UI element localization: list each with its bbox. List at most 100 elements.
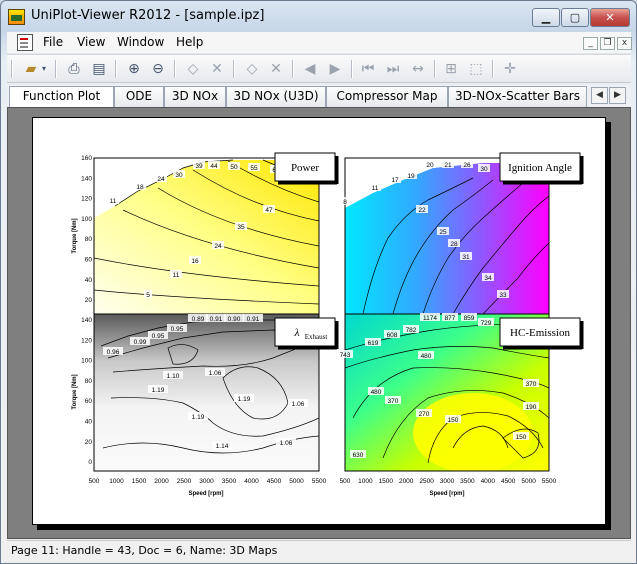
x-tick-label: 4000 — [244, 478, 259, 485]
contour-label: 0.96 — [107, 349, 120, 356]
contour-label: 28 — [450, 241, 458, 248]
first-icon[interactable]: ⏮ — [358, 59, 378, 79]
power-title: Power — [291, 162, 319, 174]
chevron-right-icon: ▶ — [614, 90, 621, 100]
ignition-title: Ignition Angle — [508, 162, 572, 174]
x-tick-label: 5500 — [312, 478, 327, 485]
toolbar-separator — [115, 60, 116, 78]
y-tick-label: 140 — [81, 317, 92, 324]
x-tick-label: 5500 — [542, 478, 557, 485]
contour-label: 17 — [391, 177, 399, 184]
rotate-left-icon[interactable]: ◇ — [183, 59, 203, 79]
rotate-right-icon[interactable]: ✕ — [207, 59, 227, 79]
tab-scroll-left-button[interactable]: ◀ — [591, 87, 608, 104]
y-tick-label: 40 — [85, 419, 93, 426]
mdi-close-button[interactable]: x — [617, 37, 632, 50]
contour-label: 480 — [371, 389, 382, 396]
status-bar: Page 11: Handle = 43, Doc = 6, Name: 3D … — [7, 540, 631, 560]
tab-scroll-right-button[interactable]: ▶ — [609, 87, 626, 104]
mdi-minimize-button[interactable]: _ — [583, 37, 598, 50]
tab-3d-nox-scatter-bars[interactable]: 3D-NOx-Scatter Bars — [448, 86, 587, 107]
app-window: UniPlot-Viewer R2012 - [sample.ipz] ▁ ▢ … — [0, 0, 637, 564]
menu-file[interactable]: File — [43, 35, 63, 49]
app-icon — [8, 9, 25, 25]
contour-label: 150 — [516, 434, 527, 441]
y-tick-label: 100 — [81, 358, 92, 365]
contour-label: 11 — [372, 185, 379, 192]
contour-label: 1.19 — [192, 414, 205, 421]
contour-label: 480 — [421, 353, 432, 360]
x-axis-label: Speed [rpm] — [188, 491, 223, 497]
tab-ode[interactable]: ODE — [114, 86, 164, 107]
previous-icon[interactable]: ◀ — [300, 59, 320, 79]
crosshair-icon[interactable]: ✛ — [500, 59, 520, 79]
x-tick-label: 500 — [89, 478, 100, 485]
mdi-restore-button[interactable]: ❐ — [600, 37, 615, 50]
tab-3d-nox[interactable]: 3D NOx — [164, 86, 226, 107]
zoom-out-icon[interactable]: ⊖ — [148, 59, 168, 79]
y-tick-label: 20 — [85, 439, 93, 446]
contour-label: 1.14 — [216, 443, 229, 450]
chevron-left-icon: ◀ — [596, 90, 603, 100]
menu-window[interactable]: Window — [117, 35, 164, 49]
flip-down-icon[interactable]: ✕ — [266, 59, 286, 79]
y-axis-label: Torque [Nm] — [72, 218, 78, 253]
crop-icon[interactable]: ⬚ — [466, 59, 486, 79]
menu-view[interactable]: View — [77, 35, 105, 49]
toolbar-separator — [434, 60, 435, 78]
contour-label: 859 — [464, 315, 475, 322]
toolbar-separator — [351, 60, 352, 78]
title-bar[interactable]: UniPlot-Viewer R2012 - [sample.ipz] ▁ ▢ … — [1, 1, 636, 32]
contour-label: 782 — [406, 327, 417, 334]
contour-label: 26 — [463, 162, 471, 169]
last-icon[interactable]: ⏭ — [383, 59, 403, 79]
toolbar-separator — [233, 60, 234, 78]
x-tick-label: 2500 — [177, 478, 192, 485]
y-tick-label: 60 — [85, 398, 93, 405]
grid-icon[interactable]: ⊞ — [441, 59, 461, 79]
toolbar-separator — [55, 60, 56, 78]
next-icon[interactable]: ▶ — [325, 59, 345, 79]
contour-label: 150 — [448, 417, 459, 424]
x-tick-label: 4000 — [481, 478, 496, 485]
document-icon[interactable] — [17, 34, 33, 51]
y-tick-label: 80 — [85, 378, 93, 385]
print-icon[interactable]: ⎙ — [64, 59, 84, 79]
fit-width-icon[interactable]: ↔ — [408, 59, 428, 79]
plot-page: 5111624354711182430394450556681117192021… — [32, 117, 606, 525]
contour-label: 19 — [407, 173, 415, 180]
zoom-in-icon[interactable]: ⊕ — [124, 59, 144, 79]
contour-label: 1.06 — [209, 370, 222, 377]
close-button[interactable]: ✕ — [590, 8, 630, 27]
y-tick-label: 120 — [81, 337, 92, 344]
document-canvas[interactable]: 5111624354711182430394450556681117192021… — [7, 107, 631, 539]
x-tick-label: 3000 — [440, 478, 455, 485]
minimize-button[interactable]: ▁ — [532, 8, 560, 27]
contour-label: 44 — [210, 163, 218, 170]
x-tick-label: 1000 — [109, 478, 124, 485]
contour-label: 370 — [526, 381, 537, 388]
toolbar-separator — [292, 60, 293, 78]
toolbar: ▰ ▾ ⎙ ▤ ⊕ ⊖ ◇ ✕ ◇ ✕ ◀ ▶ ⏮ ⏭ ↔ ⊞ ⬚ ✛ — [7, 54, 631, 83]
contour-label: 0.95 — [171, 326, 184, 333]
toolbar-grip — [11, 60, 12, 78]
x-tick-label: 3500 — [222, 478, 237, 485]
tab-3d-nox-u3d[interactable]: 3D NOx (U3D) — [226, 86, 326, 107]
contour-label: 47 — [265, 207, 273, 214]
contour-label: 1.06 — [280, 440, 293, 447]
menu-help[interactable]: Help — [176, 35, 203, 49]
tab-compressor-map[interactable]: Compressor Map — [326, 86, 448, 107]
print-preview-icon[interactable]: ▤ — [89, 59, 109, 79]
open-dropdown-icon[interactable]: ▾ — [39, 59, 49, 79]
contour-label: 0.99 — [134, 339, 147, 346]
contour-label: 1.06 — [292, 401, 305, 408]
open-icon[interactable]: ▰ — [21, 59, 41, 79]
flip-up-icon[interactable]: ◇ — [242, 59, 262, 79]
maximize-button[interactable]: ▢ — [561, 8, 589, 27]
tab-function-plot[interactable]: Function Plot — [9, 86, 114, 108]
menu-bar: File View Window Help _ ❐ x — [7, 32, 632, 53]
contour-label: 630 — [353, 452, 364, 459]
lambda-title-sub: Exhaust — [305, 333, 328, 341]
contour-label: 8 — [343, 199, 347, 206]
contour-label: 0.95 — [152, 333, 165, 340]
